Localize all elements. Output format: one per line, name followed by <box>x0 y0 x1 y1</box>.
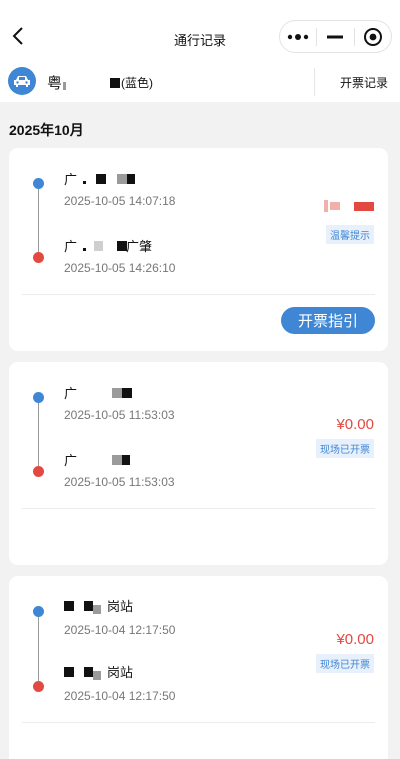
exit-dot <box>33 681 44 692</box>
close-button[interactable] <box>355 21 391 52</box>
entry-dot <box>33 606 44 617</box>
exit-station: 广 <box>64 450 131 469</box>
amount-value: ¥0.00 <box>336 416 374 433</box>
entry-station: 广 <box>64 383 133 402</box>
exit-time: 2025-10-05 14:26:10 <box>64 261 176 275</box>
record-card[interactable]: 广 2025-10-05 11:53:03 广 2025-10-05 11:53… <box>9 362 388 565</box>
amount-value: ¥0.00 <box>336 631 374 648</box>
exit-time: 2025-10-04 12:17:50 <box>64 689 176 703</box>
entry-dot <box>33 178 44 189</box>
invoiced-badge: 现场已开票 <box>316 439 374 458</box>
exit-dot <box>33 252 44 263</box>
vehicle-bar: 粤 (蓝色) 开票记录 <box>0 62 400 102</box>
more-dots-icon <box>287 33 309 40</box>
invoice-records-link[interactable]: 开票记录 <box>340 74 388 91</box>
tip-badge[interactable]: 温馨提示 <box>326 225 374 244</box>
month-header: 2025年10月 <box>9 122 84 138</box>
minimize-button[interactable] <box>317 21 353 52</box>
vehicle-plate: 粤 (蓝色) <box>47 72 153 93</box>
entry-time: 2025-10-05 14:07:18 <box>64 194 176 208</box>
more-button[interactable] <box>280 21 316 52</box>
exit-station: 广 广肇 <box>64 239 153 254</box>
invoice-guide-button[interactable]: 开票指引 <box>281 307 375 334</box>
record-card[interactable]: 岗站 2025-10-04 12:17:50 岗站 2025-10-04 12:… <box>9 576 388 759</box>
amount-value <box>324 200 374 212</box>
nav-bar: 通行记录 <box>0 0 400 62</box>
record-card[interactable]: 广 2025-10-05 14:07:18 广 广肇 2025-10-05 14… <box>9 148 388 351</box>
entry-station: 广 <box>64 169 136 188</box>
invoiced-badge: 现场已开票 <box>316 654 374 673</box>
target-close-icon <box>363 27 382 46</box>
minus-icon <box>327 35 344 38</box>
exit-dot <box>33 466 44 477</box>
exit-station: 岗站 <box>64 662 133 681</box>
plate-color: (蓝色) <box>121 76 154 90</box>
plate-prefix: 粤 <box>47 75 63 92</box>
exit-time: 2025-10-05 11:53:03 <box>64 475 175 489</box>
entry-time: 2025-10-05 11:53:03 <box>64 408 175 422</box>
entry-dot <box>33 392 44 403</box>
entry-station: 岗站 <box>64 596 133 615</box>
entry-time: 2025-10-04 12:17:50 <box>64 623 176 637</box>
car-icon <box>8 67 36 95</box>
mini-program-capsule <box>279 20 392 53</box>
